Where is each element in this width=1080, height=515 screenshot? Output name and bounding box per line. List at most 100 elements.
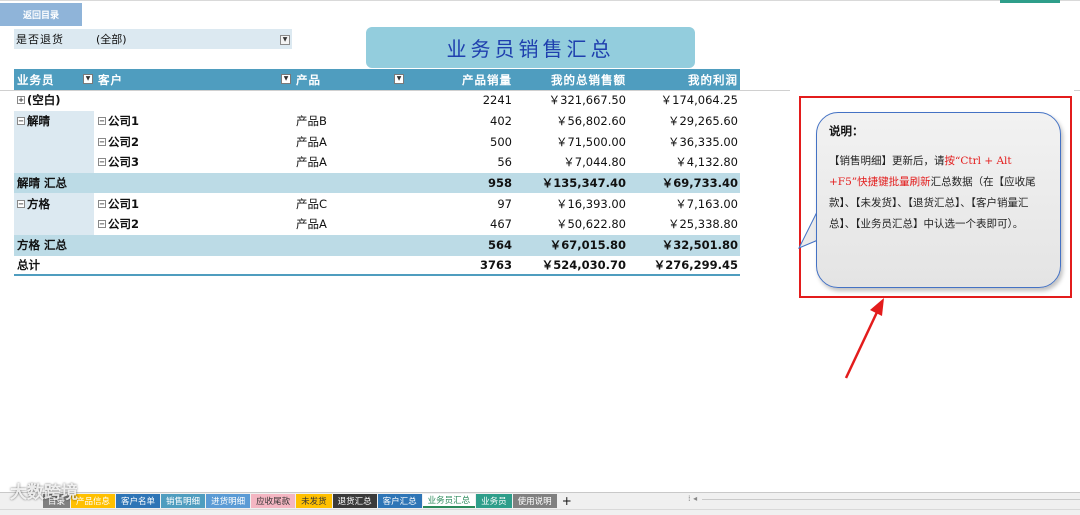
sheet-tab[interactable]: 客户名单 (116, 494, 161, 508)
top-border (0, 0, 1080, 1)
horizontal-scrollbar[interactable]: ⁞ ◂ (688, 494, 1080, 503)
expand-icon[interactable]: + (17, 96, 25, 105)
table-row: − 公司2 产品A 467 ￥50,622.80 ￥25,338.80 (14, 214, 740, 235)
product-cell: 产品A (296, 217, 327, 232)
salesperson-cell[interactable]: − 解晴 (14, 111, 94, 132)
customer-cell[interactable]: − 公司1 (94, 111, 292, 132)
total-cell: ￥321,667.50 (548, 93, 626, 108)
table-row: − 公司2 产品A 500 ￥71,500.00 ￥36,335.00 (14, 131, 740, 152)
qty-cell: 958 (487, 176, 512, 191)
sheet-tab[interactable]: 销售明细 (161, 494, 206, 508)
qty-cell: 97 (497, 196, 512, 211)
sheet-tab[interactable]: 应收尾款 (251, 494, 296, 508)
note-title: 说明： (829, 124, 864, 138)
qty-cell: 467 (490, 217, 512, 232)
header-customer: 客户 (98, 72, 123, 87)
subtotal-row: 解晴 汇总 958 ￥135,347.40 ￥69,733.40 (14, 172, 740, 194)
collapse-icon[interactable]: − (98, 158, 106, 167)
profit-cell: ￥174,064.25 (660, 93, 738, 108)
total-cell: ￥135,347.40 (541, 176, 626, 191)
qty-cell: 564 (487, 238, 512, 253)
header-qty: 产品销量 (462, 72, 512, 87)
salesperson-cell[interactable]: − 方格 (14, 193, 94, 214)
customer-cell[interactable]: − 公司2 (94, 214, 292, 235)
scroll-track-line (702, 499, 1080, 500)
red-arrow-icon (844, 298, 884, 379)
pivot-header-row: 业务员 ▼ 客户 ▼ 产品 ▼ 产品销量 我的总销售额 我的利润 (14, 69, 740, 90)
header-salesperson: 业务员 (17, 72, 55, 87)
customer-cell[interactable]: − 公司1 (94, 193, 292, 214)
total-cell: ￥67,015.80 (549, 238, 626, 253)
profit-cell: ￥7,163.00 (675, 196, 738, 211)
header-product: 产品 (296, 72, 321, 87)
salesperson-filter-icon[interactable]: ▼ (83, 74, 93, 84)
sheet-tab[interactable]: 业务员 (476, 494, 512, 508)
table-row: + (空白) 2241 ￥321,667.50 ￥174,064.25 (14, 90, 740, 111)
customer-cell[interactable]: − 公司2 (94, 131, 292, 152)
qty-cell: 402 (490, 114, 512, 129)
table-row: − 解晴 − 公司1 产品B 402 ￥56,802.60 ￥29,265.60 (14, 110, 740, 173)
grand-total-label: 总计 (17, 257, 40, 272)
salesperson-cell[interactable]: + (空白) (14, 90, 94, 111)
profit-cell: ￥25,338.80 (667, 217, 738, 232)
total-cell: ￥56,802.60 (555, 114, 626, 129)
grand-total-row: 总计 3763 ￥524,030.70 ￥276,299.45 (14, 256, 740, 277)
qty-cell: 2241 (482, 93, 512, 108)
qty-cell: 56 (497, 155, 512, 170)
back-to-index-button[interactable]: 返回目录 (0, 3, 82, 26)
customer-filter-icon[interactable]: ▼ (281, 74, 291, 84)
collapse-icon[interactable]: − (98, 137, 106, 146)
sheet-tab[interactable]: 未发货 (296, 494, 332, 508)
product-filter-icon[interactable]: ▼ (394, 74, 404, 84)
profit-cell: ￥29,265.60 (667, 114, 738, 129)
total-cell: ￥7,044.80 (563, 155, 626, 170)
table-row: − 方格 − 公司1 产品C 97 ￥16,393.00 ￥7,163.00 (14, 193, 740, 235)
scroll-grip-icon: ⁞ ◂ (688, 494, 698, 503)
qty-cell: 500 (490, 134, 512, 149)
collapse-icon[interactable]: − (98, 117, 106, 126)
product-cell: 产品A (296, 155, 327, 170)
subtotal-row: 方格 汇总 564 ￥67,015.80 ￥32,501.80 (14, 234, 740, 256)
status-bar (0, 509, 1080, 515)
sheet-tab[interactable]: 使用说明 (512, 494, 557, 508)
sheet-tab[interactable]: 客户汇总 (377, 494, 422, 508)
total-cell: ￥71,500.00 (555, 134, 626, 149)
add-sheet-button[interactable]: + (562, 494, 572, 508)
collapse-icon[interactable]: − (17, 117, 25, 126)
qty-cell: 3763 (479, 257, 512, 272)
pivot-table: 业务员 ▼ 客户 ▼ 产品 ▼ 产品销量 我的总销售额 我的利润 + (空白) 2… (14, 69, 740, 277)
sheet-tab-active[interactable]: 业务员汇总 (422, 494, 476, 508)
header-total-sales: 我的总销售额 (551, 72, 626, 87)
customer-cell[interactable]: − 公司3 (94, 152, 292, 173)
product-cell: 产品A (296, 134, 327, 149)
collapse-icon[interactable]: − (17, 199, 25, 208)
return-filter-row: 是否退货 (全部) ▼ (14, 29, 292, 49)
profit-cell: ￥69,733.40 (661, 176, 738, 191)
total-cell: ￥16,393.00 (555, 196, 626, 211)
watermark: 大数跨境 (10, 483, 78, 503)
header-profit: 我的利润 (688, 72, 738, 87)
sheet-tab[interactable]: 退货汇总 (332, 494, 377, 508)
filter-label: 是否退货 (16, 33, 64, 46)
top-accent-bar (1000, 0, 1060, 3)
row-divider-right (1074, 90, 1080, 91)
table-row: − 公司3 产品A 56 ￥7,044.80 ￥4,132.80 (14, 152, 740, 173)
note-text: 【销售明细】更新后，请按“Ctrl + Alt +F5”快捷键批量刷新汇总数据（… (829, 155, 1036, 230)
report-title: 业务员销售汇总 (366, 27, 695, 68)
subtotal-label: 方格 汇总 (17, 238, 68, 253)
total-cell: ￥524,030.70 (541, 257, 626, 272)
profit-cell: ￥4,132.80 (675, 155, 738, 170)
product-cell: 产品B (296, 114, 327, 129)
collapse-icon[interactable]: − (98, 199, 106, 208)
profit-cell: ￥32,501.80 (661, 238, 738, 253)
subtotal-label: 解晴 汇总 (17, 176, 68, 191)
product-cell: 产品C (296, 196, 328, 211)
sheet-tab[interactable]: 进货明细 (206, 494, 251, 508)
filter-dropdown-icon[interactable]: ▼ (280, 35, 290, 45)
instruction-callout: 说明： 【销售明细】更新后，请按“Ctrl + Alt +F5”快捷键批量刷新汇… (816, 112, 1061, 288)
total-cell: ￥50,622.80 (555, 217, 626, 232)
profit-cell: ￥36,335.00 (667, 134, 738, 149)
profit-cell: ￥276,299.45 (653, 257, 738, 272)
filter-value: (全部) (96, 33, 127, 46)
collapse-icon[interactable]: − (98, 220, 106, 229)
